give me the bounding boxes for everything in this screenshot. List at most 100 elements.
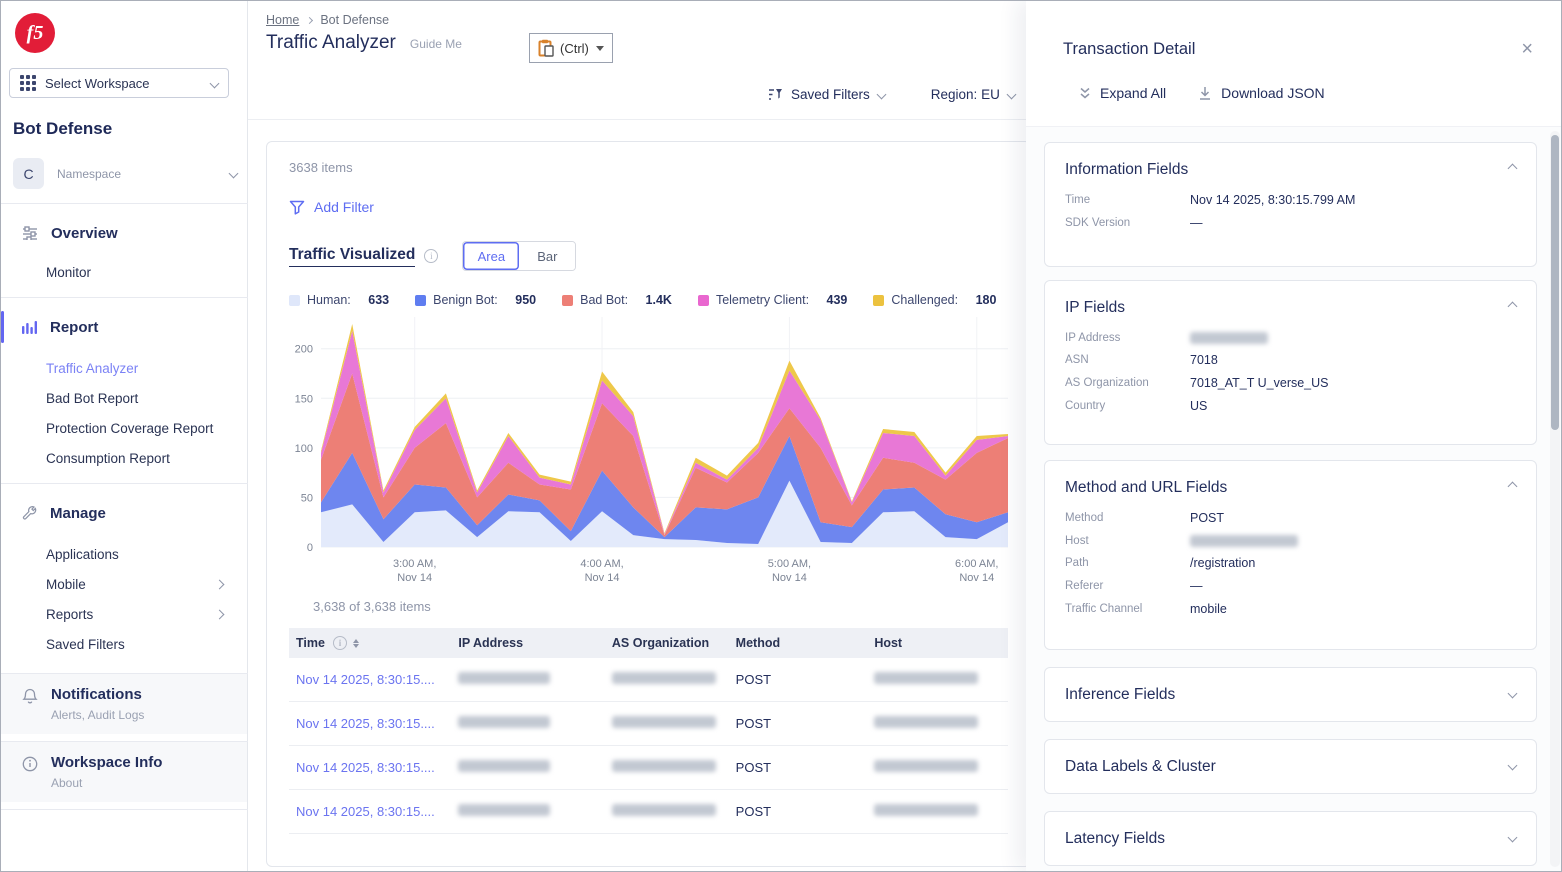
- app-window: f5 Select Workspace Bot Defense C Namesp…: [0, 0, 1562, 872]
- table-row[interactable]: Nov 14 2025, 8:30:15.... POST /p: [289, 790, 1008, 834]
- section-title: Manage: [50, 505, 106, 522]
- scrollbar[interactable]: [1550, 131, 1560, 867]
- saved-filters-dropdown[interactable]: Saved Filters: [768, 87, 885, 102]
- legend-item-challenged: Challenged: 180: [873, 293, 996, 307]
- grid-icon: [20, 75, 36, 91]
- legend-item-human: Human: 633: [289, 293, 389, 307]
- namespace-avatar: C: [13, 158, 44, 189]
- add-filter-button[interactable]: Add Filter: [289, 199, 1008, 215]
- sidebar-item-bad-bot-report[interactable]: Bad Bot Report: [1, 383, 247, 413]
- divider: [1, 483, 248, 484]
- legend-swatch: [698, 295, 709, 306]
- legend-swatch: [415, 295, 426, 306]
- download-json-label: Download JSON: [1221, 85, 1325, 101]
- column-header-time[interactable]: Time i: [289, 636, 458, 650]
- svg-text:3:00 AM,: 3:00 AM,: [393, 558, 436, 570]
- card-information-fields: Information Fields TimeNov 14 2025, 8:30…: [1044, 142, 1537, 267]
- field-row: Referer—: [1065, 579, 1516, 593]
- transactions-table: Time i IP Address AS Organization Method…: [289, 628, 1008, 834]
- breadcrumb-home-link[interactable]: Home: [266, 13, 299, 27]
- redacted-value: [458, 672, 550, 684]
- sidebar-section-manage[interactable]: Manage: [1, 495, 247, 531]
- sidebar-item-monitor[interactable]: Monitor: [1, 257, 247, 287]
- card-title: Method and URL Fields: [1065, 479, 1516, 497]
- chevron-down-icon: [229, 169, 239, 179]
- sidebar-item-notifications[interactable]: Notifications Alerts, Audit Logs: [1, 674, 247, 734]
- items-count: 3638 items: [289, 160, 1008, 175]
- sidebar-item-traffic-analyzer[interactable]: Traffic Analyzer: [1, 353, 247, 383]
- chevron-right-icon: [215, 579, 225, 589]
- sidebar-item-protection-coverage-report[interactable]: Protection Coverage Report: [1, 413, 247, 443]
- field-value: mobile: [1190, 602, 1227, 616]
- item-label: Saved Filters: [46, 637, 125, 652]
- divider: [1, 297, 248, 298]
- svg-text:50: 50: [301, 492, 313, 504]
- breadcrumb: Home Bot Defense: [266, 13, 389, 27]
- svg-text:Nov 14: Nov 14: [959, 572, 994, 584]
- sidebar-item-workspace-info[interactable]: Workspace Info About: [1, 742, 247, 802]
- sidebar-item-reports[interactable]: Reports: [1, 599, 247, 629]
- card-latency-fields[interactable]: Latency Fields: [1044, 811, 1537, 866]
- paste-options-button[interactable]: (Ctrl): [529, 33, 613, 63]
- column-header-host[interactable]: Host: [874, 636, 1008, 650]
- legend-swatch: [562, 295, 573, 306]
- chart-type-toggle: Area Bar: [462, 241, 576, 271]
- time-link[interactable]: Nov 14 2025, 8:30:15....: [296, 672, 435, 687]
- wrench-icon: [22, 506, 37, 521]
- area-toggle-button[interactable]: Area: [463, 242, 519, 270]
- field-row: Path/registration: [1065, 556, 1516, 570]
- sidebar-item-mobile[interactable]: Mobile: [1, 569, 247, 599]
- traffic-area-chart[interactable]: 0501001502003:00 AM,Nov 144:00 AM,Nov 14…: [289, 315, 1010, 593]
- card-data-labels-cluster[interactable]: Data Labels & Cluster: [1044, 739, 1537, 794]
- redacted-value: [874, 672, 978, 684]
- notifications-subtitle: Alerts, Audit Logs: [51, 708, 144, 722]
- column-header-as-organization[interactable]: AS Organization: [612, 636, 736, 650]
- scrollbar-thumb[interactable]: [1551, 135, 1559, 430]
- workspace-selector[interactable]: Select Workspace: [9, 68, 229, 98]
- chevron-down-icon: [876, 90, 886, 100]
- bar-toggle-button[interactable]: Bar: [519, 242, 575, 270]
- card-title: Inference Fields: [1065, 686, 1516, 704]
- f5-logo: f5: [15, 13, 55, 53]
- sidebar-item-consumption-report[interactable]: Consumption Report: [1, 443, 247, 473]
- traffic-visualized-title: Traffic Visualized: [289, 246, 415, 267]
- sidebar-item-applications[interactable]: Applications: [1, 539, 247, 569]
- section-title: Overview: [51, 225, 118, 242]
- expand-all-button[interactable]: Expand All: [1079, 85, 1166, 101]
- time-link[interactable]: Nov 14 2025, 8:30:15....: [296, 716, 435, 731]
- sort-icon[interactable]: [353, 639, 359, 648]
- field-row: Traffic Channelmobile: [1065, 602, 1516, 616]
- sidebar-section-report[interactable]: Report: [1, 309, 247, 345]
- rows-summary: 3,638 of 3,638 items: [313, 599, 1008, 614]
- filter-lines-icon: [768, 88, 783, 101]
- field-value: /registration: [1190, 556, 1255, 570]
- table-row[interactable]: Nov 14 2025, 8:30:15.... POST /r: [289, 658, 1008, 702]
- redacted-value: [1190, 535, 1298, 547]
- svg-text:100: 100: [295, 443, 313, 455]
- legend-item-benign-bot: Benign Bot: 950: [415, 293, 536, 307]
- redacted-value: [458, 804, 550, 816]
- chevron-down-icon: [210, 78, 220, 88]
- method-value: POST: [736, 760, 875, 775]
- item-label: Reports: [46, 607, 93, 622]
- column-header-method[interactable]: Method: [736, 636, 875, 650]
- close-icon[interactable]: ×: [1521, 39, 1533, 59]
- svg-text:200: 200: [295, 344, 313, 356]
- table-row[interactable]: Nov 14 2025, 8:30:15.... POST /p: [289, 746, 1008, 790]
- time-link[interactable]: Nov 14 2025, 8:30:15....: [296, 760, 435, 775]
- download-json-button[interactable]: Download JSON: [1198, 85, 1325, 101]
- guide-me-link[interactable]: Guide Me: [410, 37, 462, 51]
- card-inference-fields[interactable]: Inference Fields: [1044, 667, 1537, 722]
- svg-text:0: 0: [307, 542, 313, 554]
- svg-text:Nov 14: Nov 14: [397, 572, 432, 584]
- chevron-right-icon: [215, 609, 225, 619]
- svg-text:5:00 AM,: 5:00 AM,: [768, 558, 811, 570]
- sidebar-section-overview[interactable]: Overview: [1, 215, 247, 251]
- column-header-ip[interactable]: IP Address: [458, 636, 611, 650]
- region-dropdown[interactable]: Region: EU: [931, 87, 1015, 102]
- time-link[interactable]: Nov 14 2025, 8:30:15....: [296, 804, 435, 819]
- sidebar-item-saved-filters[interactable]: Saved Filters: [1, 629, 247, 659]
- table-row[interactable]: Nov 14 2025, 8:30:15.... POST /a: [289, 702, 1008, 746]
- namespace-selector[interactable]: C Namespace: [13, 158, 237, 189]
- method-value: POST: [736, 804, 875, 819]
